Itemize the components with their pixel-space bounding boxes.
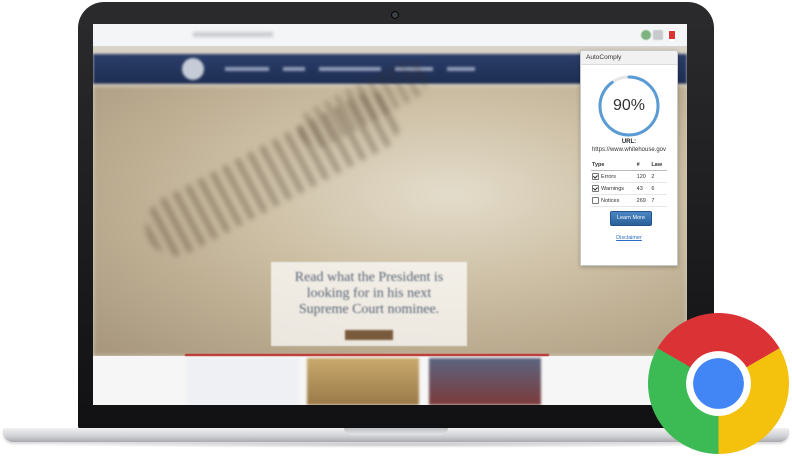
column-header: Type (591, 161, 636, 171)
notices-checkbox[interactable] (592, 197, 599, 204)
column-header: Law (650, 161, 667, 171)
camera-icon (392, 12, 398, 18)
law-cell: 7 (650, 194, 667, 207)
learn-more-button[interactable]: Learn More (610, 211, 652, 226)
type-cell: Warnings (591, 182, 636, 195)
hero-callout-text: Read what the President is looking for i… (294, 270, 444, 317)
extension-icon[interactable] (653, 30, 663, 40)
laptop-notch (344, 428, 448, 435)
score-value: 90% (612, 97, 646, 114)
url-value: https://www.whitehouse.gov (591, 147, 667, 153)
law-cell: 6 (650, 182, 667, 195)
errors-checkbox[interactable] (592, 173, 599, 180)
nav-item[interactable] (225, 67, 269, 71)
nav-item[interactable] (283, 67, 305, 71)
column-header: # (635, 161, 651, 171)
extension-icon[interactable] (641, 30, 651, 40)
browser-screen: Read what the President is looking for i… (93, 24, 687, 405)
url-label: URL: (621, 139, 637, 145)
type-label: Notices (601, 197, 620, 204)
chrome-logo-icon (648, 313, 789, 454)
type-label: Errors (601, 173, 616, 180)
type-cell: Errors (591, 170, 636, 183)
law-cell: 2 (650, 170, 667, 183)
hero-callout: Read what the President is looking for i… (271, 262, 467, 346)
hero-callout-button[interactable] (345, 330, 393, 340)
nav-item[interactable] (319, 67, 381, 71)
table-header-row: Type # Law (591, 161, 667, 171)
table-row: Notices 269 7 (591, 194, 667, 207)
table-row: Warnings 43 6 (591, 182, 667, 195)
autocomply-extension-icon[interactable] (667, 29, 677, 41)
table-row: Errors 120 2 (591, 170, 667, 183)
feature-card[interactable] (307, 358, 419, 405)
feature-card[interactable] (429, 358, 541, 405)
warnings-checkbox[interactable] (592, 185, 599, 192)
address-bar-blur (193, 32, 273, 37)
type-label: Warnings (601, 185, 625, 192)
disclaimer-link[interactable]: Disclaimer (581, 235, 677, 241)
results-table: Type # Law Errors 120 2 Warnings 43 6 No… (591, 161, 667, 207)
nav-item[interactable] (447, 67, 475, 71)
count-cell: 43 (635, 182, 651, 195)
logo-blue-center (693, 358, 744, 409)
site-seal-logo[interactable] (182, 58, 204, 80)
divider (185, 354, 549, 356)
type-cell: Notices (591, 194, 636, 207)
count-cell: 120 (635, 170, 651, 183)
feature-card[interactable] (187, 358, 299, 405)
popup-title: AutoComply (581, 51, 677, 65)
count-cell: 269 (635, 194, 651, 207)
browser-toolbar (93, 24, 687, 47)
autocomply-popup: AutoComply 90% URL: https://www.whitehou… (580, 50, 678, 266)
